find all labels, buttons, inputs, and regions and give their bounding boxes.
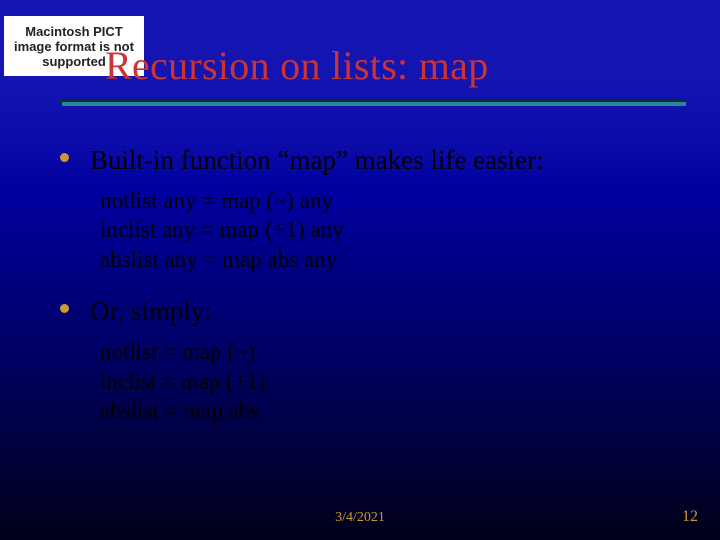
code-line: abslist = map abs: [100, 396, 670, 425]
code-line: notlist = map (~): [100, 337, 670, 366]
bullet-dot-icon: [60, 304, 69, 313]
code-line: inclist = map (+1): [100, 367, 670, 396]
bullet-item: Built-in function “map” makes life easie…: [60, 145, 670, 176]
code-block: notlist = map (~) inclist = map (+1) abs…: [60, 337, 670, 425]
slide: Macintosh PICT image format is not suppo…: [0, 0, 720, 540]
bullet-item: Or, simply:: [60, 296, 670, 327]
title-rule: [62, 102, 686, 106]
bullet-dot-icon: [60, 153, 69, 162]
bullet-text: Built-in function “map” makes life easie…: [90, 145, 544, 175]
footer-date: 3/4/2021: [0, 510, 720, 526]
code-line: notlist any = map (~) any: [100, 186, 670, 215]
code-block: notlist any = map (~) any inclist any = …: [60, 186, 670, 274]
bullet-text: Or, simply:: [90, 296, 212, 326]
slide-title: Recursion on lists: map: [105, 42, 705, 89]
body: Built-in function “map” makes life easie…: [60, 145, 670, 448]
code-line: inclist any = map (+1) any: [100, 215, 670, 244]
header: Recursion on lists: map: [105, 42, 705, 89]
page-number: 12: [682, 508, 698, 526]
code-line: abslist any = map abs any: [100, 245, 670, 274]
